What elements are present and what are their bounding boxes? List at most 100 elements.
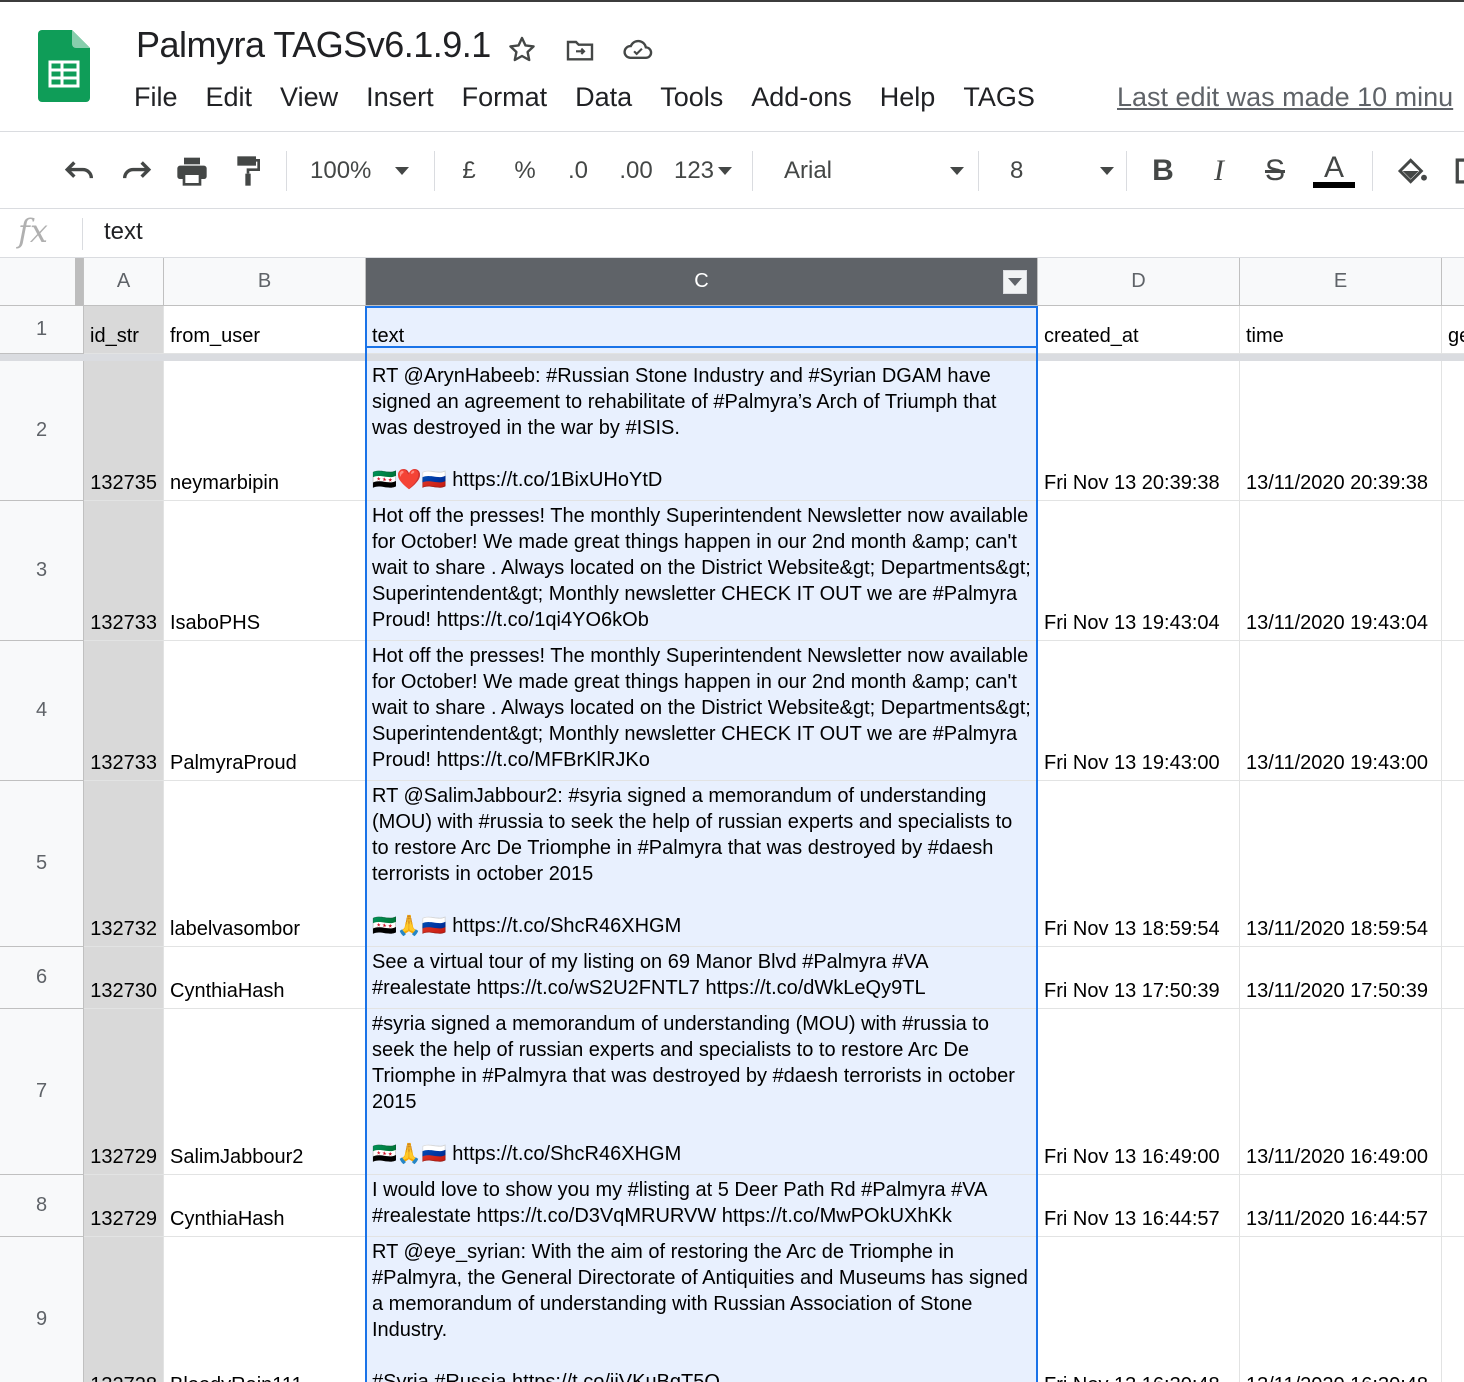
format-percent-button[interactable]: %: [510, 151, 540, 191]
zoom-select[interactable]: 100%: [310, 151, 420, 191]
cell-time[interactable]: 13/11/2020 18:59:54: [1240, 781, 1442, 947]
row-header[interactable]: 8: [0, 1175, 84, 1237]
cell-geo[interactable]: [1442, 781, 1464, 947]
cell-time[interactable]: 13/11/2020 19:43:04: [1240, 501, 1442, 641]
cell-geo[interactable]: [1442, 501, 1464, 641]
fill-color-icon[interactable]: [1392, 151, 1432, 191]
cell-from-user[interactable]: neymarbipin: [164, 361, 366, 501]
cell-id-str[interactable]: 132730: [84, 947, 164, 1009]
borders-icon[interactable]: [1450, 151, 1464, 191]
row-header[interactable]: 2: [0, 361, 84, 501]
row-header[interactable]: 6: [0, 947, 84, 1009]
cell-text[interactable]: I would love to show you my #listing at …: [366, 1175, 1038, 1237]
last-edit-link[interactable]: Last edit was made 10 minu: [1117, 82, 1453, 113]
row-header[interactable]: 9: [0, 1237, 84, 1382]
column-header-b[interactable]: B: [164, 258, 366, 306]
cell-created-at[interactable]: Fri Nov 13 17:50:39: [1038, 947, 1240, 1009]
header-cell-from-user[interactable]: from_user: [164, 306, 366, 354]
cell-from-user[interactable]: CynthiaHash: [164, 947, 366, 1009]
cell-id-str[interactable]: 132733: [84, 641, 164, 781]
column-header-f[interactable]: [1442, 258, 1464, 306]
header-cell-geo[interactable]: ge: [1442, 306, 1464, 354]
cell-time[interactable]: 13/11/2020 19:43:00: [1240, 641, 1442, 781]
cell-geo[interactable]: [1442, 1009, 1464, 1175]
menu-file[interactable]: File: [134, 82, 192, 113]
paint-format-icon[interactable]: [228, 151, 268, 191]
header-cell-id-str[interactable]: id_str: [84, 306, 164, 354]
cell-time[interactable]: 13/11/2020 16:30:48: [1240, 1237, 1442, 1382]
cell-created-at[interactable]: Fri Nov 13 18:59:54: [1038, 781, 1240, 947]
cell-created-at[interactable]: Fri Nov 13 20:39:38: [1038, 361, 1240, 501]
strikethrough-button[interactable]: S: [1258, 151, 1292, 191]
cell-geo[interactable]: [1442, 1175, 1464, 1237]
format-currency-button[interactable]: £: [454, 151, 484, 191]
cell-from-user[interactable]: labelvasombor: [164, 781, 366, 947]
cell-geo[interactable]: [1442, 361, 1464, 501]
column-header-e[interactable]: E: [1240, 258, 1442, 306]
menu-view[interactable]: View: [266, 82, 352, 113]
header-cell-created-at[interactable]: created_at: [1038, 306, 1240, 354]
cell-text[interactable]: RT @ArynHabeeb: #Russian Stone Industry …: [366, 361, 1038, 501]
cell-text[interactable]: Hot off the presses! The monthly Superin…: [366, 501, 1038, 641]
more-formats-select[interactable]: 123: [670, 151, 736, 191]
sheets-logo-icon[interactable]: [38, 30, 90, 102]
cell-text[interactable]: RT @eye_syrian: With the aim of restorin…: [366, 1237, 1038, 1382]
cell-created-at[interactable]: Fri Nov 13 19:43:04: [1038, 501, 1240, 641]
cell-from-user[interactable]: PalmyraProud: [164, 641, 366, 781]
bold-button[interactable]: B: [1146, 151, 1180, 191]
menu-help[interactable]: Help: [866, 82, 950, 113]
cell-text[interactable]: Hot off the presses! The monthly Superin…: [366, 641, 1038, 781]
undo-icon[interactable]: [60, 151, 100, 191]
print-icon[interactable]: [172, 151, 212, 191]
menu-insert[interactable]: Insert: [352, 82, 448, 113]
column-header-d[interactable]: D: [1038, 258, 1240, 306]
cell-from-user[interactable]: SalimJabbour2: [164, 1009, 366, 1175]
row-header[interactable]: 4: [0, 641, 84, 781]
header-cell-time[interactable]: time: [1240, 306, 1442, 354]
cell-geo[interactable]: [1442, 1237, 1464, 1382]
cell-id-str[interactable]: 132732: [84, 781, 164, 947]
select-all-corner[interactable]: [0, 258, 84, 306]
menu-tools[interactable]: Tools: [646, 82, 737, 113]
italic-button[interactable]: I: [1202, 151, 1236, 191]
cell-from-user[interactable]: CynthiaHash: [164, 1175, 366, 1237]
redo-icon[interactable]: [116, 151, 156, 191]
font-size-select[interactable]: 8: [1010, 151, 1114, 191]
cell-text[interactable]: RT @SalimJabbour2: #syria signed a memor…: [366, 781, 1038, 947]
cell-from-user[interactable]: BloodyRain111: [164, 1237, 366, 1382]
column-header-a[interactable]: A: [84, 258, 164, 306]
cell-text[interactable]: See a virtual tour of my listing on 69 M…: [366, 947, 1038, 1009]
star-icon[interactable]: [504, 32, 540, 68]
filter-dropdown-icon[interactable]: [1003, 270, 1027, 294]
cell-created-at[interactable]: Fri Nov 13 16:30:48: [1038, 1237, 1240, 1382]
cell-text[interactable]: #syria signed a memorandum of understand…: [366, 1009, 1038, 1175]
row-header[interactable]: 7: [0, 1009, 84, 1175]
header-cell-text[interactable]: text: [366, 306, 1038, 354]
cell-from-user[interactable]: IsaboPHS: [164, 501, 366, 641]
cell-time[interactable]: 13/11/2020 16:44:57: [1240, 1175, 1442, 1237]
cell-id-str[interactable]: 132728: [84, 1237, 164, 1382]
cell-geo[interactable]: [1442, 947, 1464, 1009]
formula-input[interactable]: text: [104, 218, 143, 246]
cloud-saved-icon[interactable]: [620, 32, 656, 68]
font-family-select[interactable]: Arial: [784, 151, 964, 191]
cell-created-at[interactable]: Fri Nov 13 19:43:00: [1038, 641, 1240, 781]
document-title[interactable]: Palmyra TAGSv6.1.9.1: [136, 24, 491, 66]
cell-time[interactable]: 13/11/2020 17:50:39: [1240, 947, 1442, 1009]
row-header[interactable]: 3: [0, 501, 84, 641]
menu-tags[interactable]: TAGS: [949, 82, 1049, 113]
row-header[interactable]: 5: [0, 781, 84, 947]
cell-id-str[interactable]: 132729: [84, 1009, 164, 1175]
cell-time[interactable]: 13/11/2020 20:39:38: [1240, 361, 1442, 501]
cell-id-str[interactable]: 132733: [84, 501, 164, 641]
text-color-button[interactable]: A: [1312, 151, 1356, 191]
row-header[interactable]: 1: [0, 306, 84, 354]
decrease-decimal-button[interactable]: .0: [560, 151, 596, 191]
cell-id-str[interactable]: 132729: [84, 1175, 164, 1237]
cell-time[interactable]: 13/11/2020 16:49:00: [1240, 1009, 1442, 1175]
frozen-row-divider[interactable]: [0, 354, 1464, 361]
move-to-folder-icon[interactable]: [562, 32, 598, 68]
menu-add-ons[interactable]: Add-ons: [737, 82, 866, 113]
cell-id-str[interactable]: 132735: [84, 361, 164, 501]
increase-decimal-button[interactable]: .00: [614, 151, 658, 191]
